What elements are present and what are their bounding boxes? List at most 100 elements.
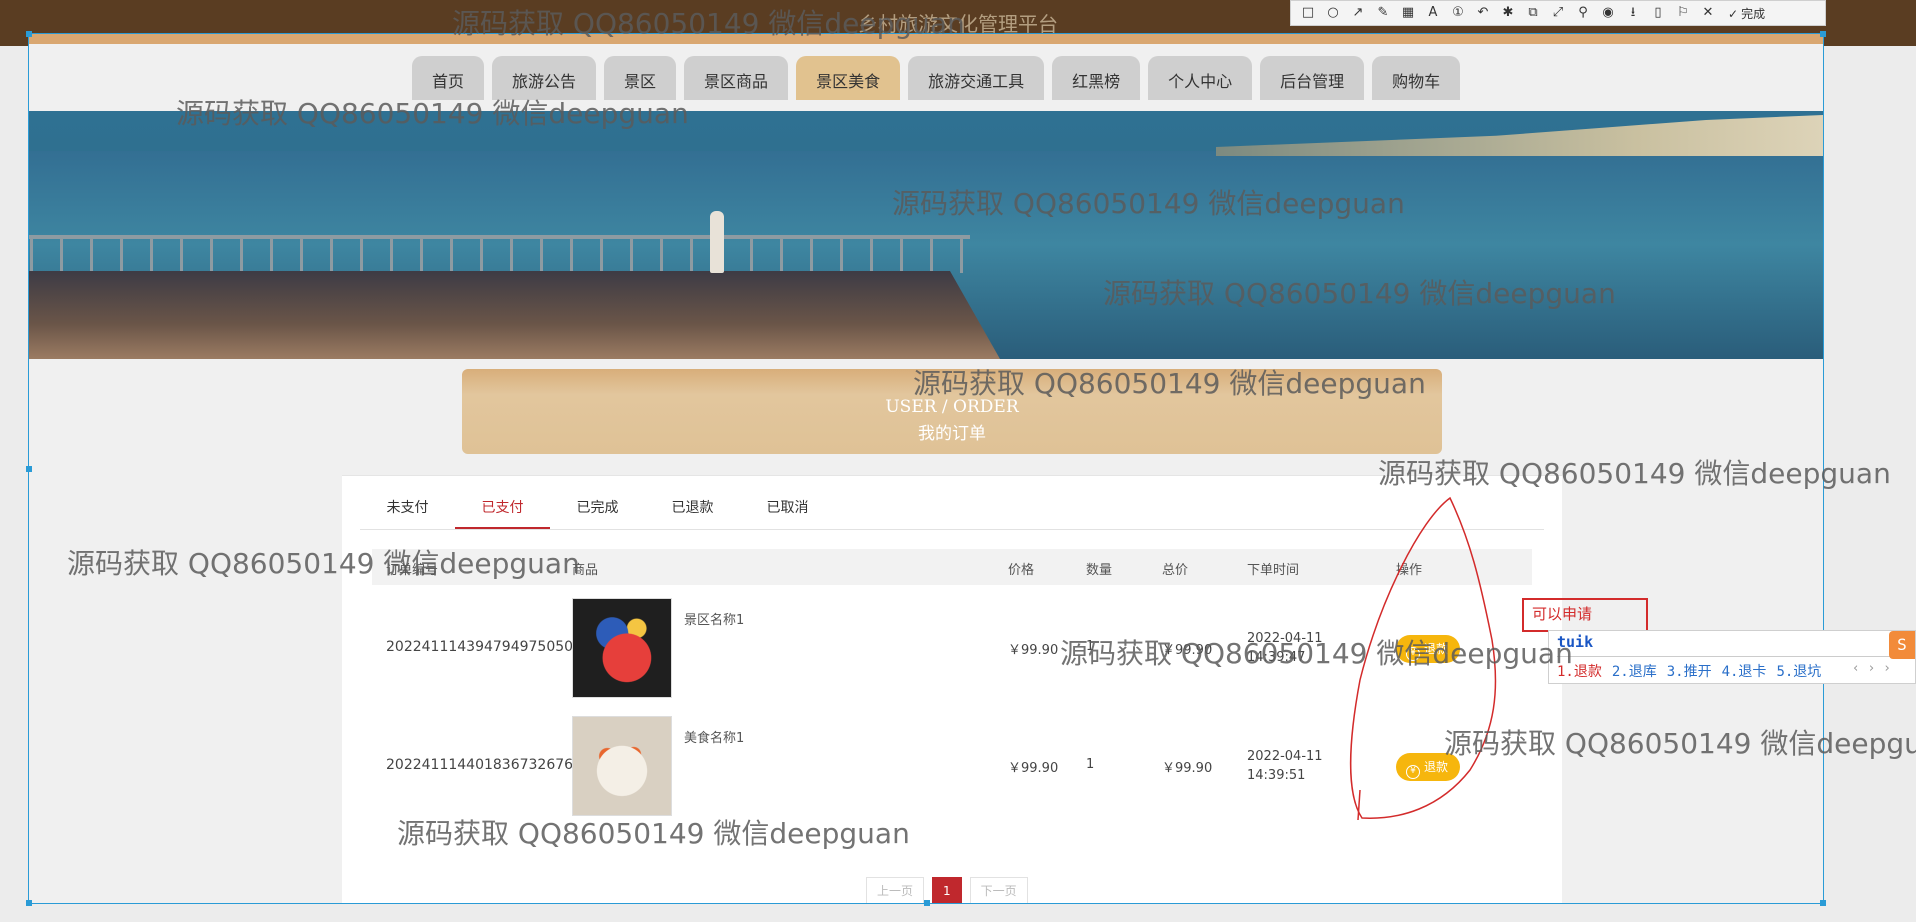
unit-price: ￥99.90	[1008, 643, 1059, 658]
effect-tool-icon[interactable]: ✱	[1497, 3, 1519, 23]
yen-icon: ¥	[1406, 647, 1420, 661]
header-qty: 数量	[1086, 563, 1113, 578]
quantity: 1	[1086, 757, 1095, 772]
ime-candidate[interactable]: 4.退卡	[1722, 664, 1767, 680]
table-row: 20224111440183673​2676 美食名称1 ￥99.90 1 ￥99.90…	[372, 707, 1532, 825]
order-title-cn: 我的订单	[918, 424, 986, 444]
hero-banner-image	[29, 111, 1823, 359]
refund-button[interactable]: ¥ 退款	[1396, 753, 1461, 781]
page-1-button[interactable]: 1	[932, 877, 962, 904]
hero-pier	[29, 271, 1000, 359]
main-nav: 首页 旅游公告 景区 景区商品 景区美食 旅游交通工具 红黑榜 个人中心 后台管理 购物车	[412, 56, 1461, 100]
nav-item[interactable]: 景区美食	[796, 56, 901, 100]
order-number: 2022411143947949750​50	[386, 639, 574, 655]
done-button[interactable]: ✓ 完成	[1728, 5, 1765, 22]
header-time: 下单时间	[1247, 563, 1300, 578]
nav-item[interactable]: 景区商品	[684, 56, 789, 100]
pagination: 上一页 1 下一页	[866, 877, 1028, 904]
mosaic-tool-icon[interactable]: ▦	[1397, 3, 1419, 23]
order-title-banner: USER / ORDER 我的订单	[462, 369, 1442, 454]
ocr-tool-icon[interactable]: ⧉	[1522, 3, 1544, 23]
header-action: 操作	[1396, 563, 1423, 578]
prev-page-button[interactable]: 上一页	[866, 877, 925, 904]
tab-order-status[interactable]: 已支付	[455, 488, 550, 529]
tab-order-status[interactable]: 未支付	[360, 488, 455, 529]
table-header: 订单编号 商品 价格 数量 总价 下单时间 操作	[372, 549, 1532, 585]
order-number: 20224111440183673​2676	[386, 757, 574, 773]
rect-tool-icon[interactable]: □	[1297, 3, 1319, 23]
refund-label: 退款	[1424, 642, 1449, 656]
hero-cliff	[1216, 111, 1823, 156]
nav-item[interactable]: 购物车	[1372, 56, 1461, 100]
nav-item[interactable]: 旅游交通工具	[908, 56, 1045, 100]
tab-order-status[interactable]: 已取消	[740, 488, 835, 529]
product-name[interactable]: 美食名称1	[684, 727, 744, 746]
annotation-hint-box[interactable]: 可以申请	[1522, 598, 1648, 632]
web-page: 首页 旅游公告 景区 景区商品 景区美食 旅游交通工具 红黑榜 个人中心 后台管理 购物车 USE…	[29, 34, 1823, 904]
product-thumbnail[interactable]	[572, 598, 672, 698]
scroll-capture-icon[interactable]: ⤢	[1547, 3, 1569, 23]
order-time: 2022-04-11 14:39:51	[1247, 747, 1323, 785]
nav-item[interactable]: 首页	[412, 56, 485, 100]
ime-candidate[interactable]: 2.退库	[1612, 664, 1657, 680]
number-tool-icon[interactable]: ①	[1447, 3, 1469, 23]
nav-item[interactable]: 景区	[604, 56, 677, 100]
unit-price: ￥99.90	[1008, 761, 1059, 776]
product-thumbnail[interactable]	[572, 716, 672, 816]
header-price: 价格	[1008, 563, 1035, 578]
download-icon[interactable]: ⭳	[1622, 3, 1644, 23]
order-time: 2022-04-11 14:39:47	[1247, 629, 1323, 667]
ime-candidates: 1.退款 2.退库 3.推开 4.退卡 5.退坑	[1557, 661, 1831, 681]
order-date: 2022-04-11	[1247, 749, 1323, 764]
header-order-no: 订单编号	[386, 563, 439, 578]
pin-icon[interactable]: ⚲	[1572, 3, 1594, 23]
check-icon: ✓	[1728, 6, 1739, 21]
quantity: 1	[1086, 639, 1095, 654]
ime-candidate[interactable]: 5.退坑	[1776, 664, 1821, 680]
order-title-en: USER / ORDER	[885, 397, 1019, 417]
accent-strip	[29, 34, 1823, 44]
header-product: 商品	[572, 563, 599, 578]
order-panel: 未支付 已支付 已完成 已退款 已取消 订单编号 商品 价格 数量 总价 下单时间 操作…	[342, 475, 1562, 904]
refund-label: 退款	[1424, 760, 1449, 774]
record-icon[interactable]: ◉	[1597, 3, 1619, 23]
order-clock: 14:39:47	[1247, 650, 1306, 665]
ime-input-text: tuik	[1557, 633, 1897, 657]
total-price: ￥99.90	[1162, 761, 1213, 776]
phone-icon[interactable]: ▯	[1647, 3, 1669, 23]
nav-item[interactable]: 红黑榜	[1052, 56, 1141, 100]
nav-item[interactable]: 个人中心	[1148, 56, 1253, 100]
close-icon[interactable]: ✕	[1697, 3, 1719, 23]
order-clock: 14:39:51	[1247, 768, 1306, 783]
order-status-tabs: 未支付 已支付 已完成 已退款 已取消	[360, 488, 1544, 530]
tab-order-status[interactable]: 已退款	[645, 488, 740, 529]
product-image	[573, 717, 671, 815]
pen-tool-icon[interactable]: ✎	[1372, 3, 1394, 23]
header-total: 总价	[1162, 563, 1189, 578]
text-tool-icon[interactable]: A	[1422, 3, 1444, 23]
ime-candidate-window: tuik 1.退款 2.退库 3.推开 4.退卡 5.退坑 ‹ › › S	[1548, 630, 1916, 684]
undo-icon[interactable]: ↶	[1472, 3, 1494, 23]
ellipse-tool-icon[interactable]: ○	[1322, 3, 1344, 23]
nav-item[interactable]: 后台管理	[1260, 56, 1365, 100]
refund-button[interactable]: ¥ 退款	[1396, 635, 1461, 663]
hero-railing	[29, 235, 970, 273]
yen-icon: ¥	[1406, 765, 1420, 779]
total-price: ￥99.90	[1162, 643, 1213, 658]
ime-candidate[interactable]: 3.推开	[1667, 664, 1712, 680]
nav-item[interactable]: 旅游公告	[492, 56, 597, 100]
bookmark-icon[interactable]: ⚐	[1672, 3, 1694, 23]
next-page-button[interactable]: 下一页	[969, 877, 1028, 904]
ime-logo-icon: S	[1889, 631, 1915, 659]
arrow-tool-icon[interactable]: ↗	[1347, 3, 1369, 23]
tab-order-status[interactable]: 已完成	[550, 488, 645, 529]
hero-person	[710, 211, 724, 273]
ime-candidate[interactable]: 1.退款	[1557, 664, 1602, 680]
table-row: 2022411143947949750​50 景区名称1 ￥99.90 1 ￥99.90…	[372, 589, 1532, 707]
product-name[interactable]: 景区名称1	[684, 609, 744, 628]
screenshot-toolbar: □ ○ ↗ ✎ ▦ A ① ↶ ✱ ⧉ ⤢ ⚲ ◉ ⭳ ▯ ⚐ ✕ ✓ 完成	[1290, 0, 1826, 26]
done-label: 完成	[1741, 6, 1766, 21]
order-date: 2022-04-11	[1247, 631, 1323, 646]
ime-page-arrows[interactable]: ‹ › ›	[1852, 661, 1891, 676]
product-image	[573, 599, 671, 697]
